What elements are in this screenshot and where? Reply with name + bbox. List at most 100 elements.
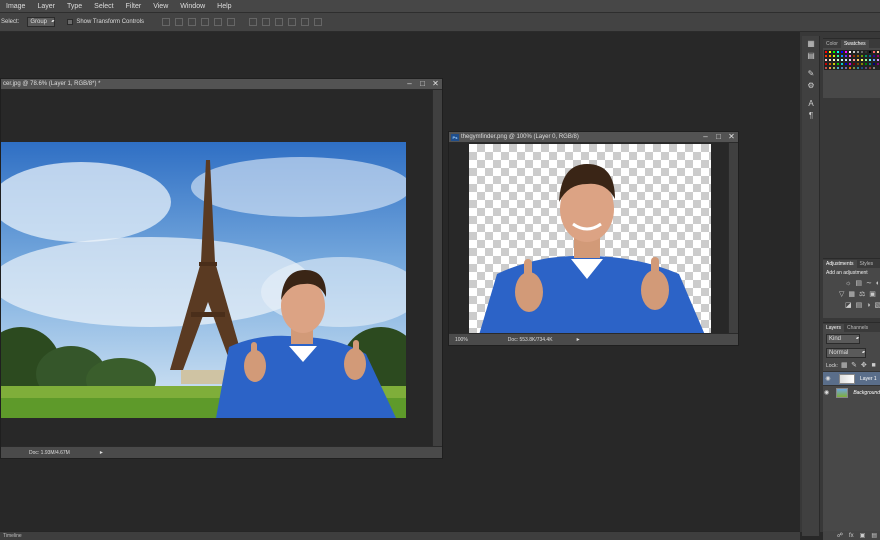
document-statusbar: 100% Doc: 553.8K/734.4K ▸ [449,333,738,345]
lock-all-icon[interactable]: ■ [870,362,877,369]
layers-footer: ☍ fx ▣ ▤ [823,531,880,540]
transform-controls-checkbox[interactable] [67,19,74,25]
align-top-icon[interactable] [162,18,171,26]
layer-row-background[interactable]: ◉ Background [823,385,880,399]
distribute-bottom-icon[interactable] [275,18,284,26]
menu-bar: Image Layer Type Select Filter View Wind… [0,0,880,13]
distribute-top-icon[interactable] [249,18,258,26]
adjustments-title: Add an adjustment [826,270,868,276]
paragraph-icon[interactable]: ¶ [806,111,816,120]
blend-mode-dropdown[interactable]: Normal [826,348,866,358]
transparency-checkerboard [469,144,711,335]
clone-source-icon[interactable]: ⚙ [806,81,816,90]
swatches-panel: Color Swatches [823,38,880,98]
menu-help[interactable]: Help [211,3,237,10]
tab-color[interactable]: Color [823,40,841,48]
layer-name[interactable]: Layer 1 [860,376,877,382]
close-icon[interactable]: ✕ [725,132,738,142]
menu-image[interactable]: Image [0,3,31,10]
timeline-label[interactable]: Timeline [3,533,22,539]
brightness-icon[interactable]: ☼ [845,280,851,287]
invert-icon[interactable]: ◪ [845,302,852,309]
document-titlebar[interactable]: Ps thegymfinder.png @ 100% (Layer 0, RGB… [449,132,738,143]
paris-composite-image [1,142,406,418]
properties-icon[interactable]: ▤ [806,51,816,60]
lock-label: Lock: [826,362,838,369]
distribute-hcenter-icon[interactable] [301,18,310,26]
vertical-scrollbar[interactable] [728,143,738,335]
timeline-bar: Timeline [0,531,800,540]
lock-row: Lock: ▦ ✎ ✥ ■ [823,360,880,371]
menu-view[interactable]: View [147,3,174,10]
document-canvas[interactable] [449,143,729,335]
lock-pixels-icon[interactable]: ▦ [841,362,848,369]
man-cutout-image [479,164,705,335]
layer-filter-row: Kind [823,332,880,346]
options-bar: Select: Group Show Transform Controls [0,13,880,32]
swatch-grid [823,48,880,72]
document-titlebar[interactable]: cer.jpg @ 78.6% (Layer 1, RGB/8*) * – □ … [1,79,442,90]
close-icon[interactable]: ✕ [429,79,442,89]
link-layers-icon[interactable]: ☍ [837,532,843,539]
minimize-icon[interactable]: – [403,79,416,89]
maximize-icon[interactable]: □ [712,132,725,142]
document-window-cutout: Ps thegymfinder.png @ 100% (Layer 0, RGB… [448,131,739,346]
threshold-icon[interactable]: ◑ [866,302,870,309]
scroll-arrow-icon[interactable]: ▸ [577,336,580,343]
posterize-icon[interactable]: ▤ [856,302,863,309]
color-balance-icon[interactable]: ⚖ [859,291,865,298]
fx-icon[interactable]: fx [849,533,854,539]
vibrance-icon[interactable]: ▽ [839,291,844,298]
distribute-right-icon[interactable] [314,18,323,26]
menu-type[interactable]: Type [61,3,88,10]
tab-adjustments[interactable]: Adjustments [823,260,857,268]
tab-channels[interactable]: Channels [844,324,871,332]
vertical-scrollbar[interactable] [432,90,442,447]
menu-window[interactable]: Window [174,3,211,10]
hue-icon[interactable]: ▦ [848,291,855,298]
align-vcenter-icon[interactable] [175,18,184,26]
panel-icon-strip: ▦ ▤ ✎ ⚙ A ¶ [802,36,820,536]
mask-icon[interactable]: ▣ [860,532,866,539]
minimize-icon[interactable]: – [699,132,712,142]
eye-icon[interactable]: ◉ [823,375,833,382]
align-bottom-icon[interactable] [188,18,197,26]
curves-icon[interactable]: ∼ [866,280,872,287]
trash-icon[interactable]: ▤ [871,532,877,539]
levels-icon[interactable]: ▤ [855,280,862,287]
eye-icon[interactable]: ◉ [823,389,830,396]
layer-row-layer-1[interactable]: ◉ Layer 1 [823,371,880,385]
swatches-tabs: Color Swatches [823,39,880,48]
menu-filter[interactable]: Filter [120,3,148,10]
maximize-icon[interactable]: □ [416,79,429,89]
layer-name[interactable]: Background [853,390,880,396]
brush-icon[interactable]: ✎ [806,69,816,78]
tab-layers[interactable]: Layers [823,324,845,332]
doc-size-readout: Doc: 1.93M/4.67M [29,449,70,456]
character-icon[interactable]: A [806,99,816,108]
history-icon[interactable]: ▦ [806,39,816,48]
scroll-arrow-icon[interactable]: ▸ [100,449,103,456]
black-white-icon[interactable]: ▣ [869,291,876,298]
auto-select-dropdown[interactable]: Group [27,17,56,27]
tab-swatches[interactable]: Swatches [840,40,869,48]
adjustments-panel: Adjustments Styles Add an adjustment ☼ ▤… [823,258,880,318]
adjustments-tabs: Adjustments Styles [823,259,880,268]
filter-kind-dropdown[interactable]: Kind [826,334,860,344]
align-right-icon[interactable] [227,18,236,26]
lock-move-icon[interactable]: ✥ [860,362,867,369]
adjustment-icon-row: ◪ ▤ ◑ ▧ [823,300,880,311]
distribute-left-icon[interactable] [288,18,297,26]
document-canvas[interactable] [1,90,433,447]
align-hcenter-icon[interactable] [214,18,223,26]
zoom-readout[interactable]: 100% [455,337,468,343]
distribute-vcenter-icon[interactable] [262,18,271,26]
color-swatch[interactable] [876,66,880,70]
menu-layer[interactable]: Layer [31,3,61,10]
lock-brush-icon[interactable]: ✎ [851,362,858,369]
align-left-icon[interactable] [201,18,210,26]
menu-select[interactable]: Select [88,3,119,10]
tab-styles[interactable]: Styles [857,260,877,268]
exposure-icon[interactable]: ◐ [876,280,880,287]
gradient-map-icon[interactable]: ▧ [874,302,880,309]
